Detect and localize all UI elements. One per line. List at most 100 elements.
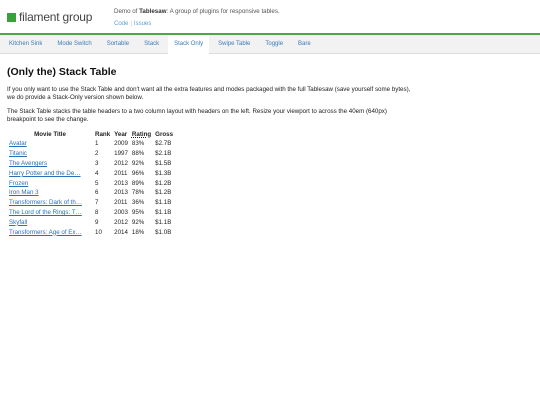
demo-description: Demo of Tablesaw: A group of plugins for… xyxy=(114,8,280,15)
nav-item-mode-switch[interactable]: Mode Switch xyxy=(51,35,97,54)
cell-rating: 36% xyxy=(131,199,145,207)
cell-title: The Lord of the Rings: T… xyxy=(7,208,93,218)
movie-title-link[interactable]: The Lord of the Rings: T… xyxy=(9,209,82,216)
logo-text: filament group xyxy=(19,10,93,24)
cell-year: 2003 xyxy=(114,208,128,216)
cell-title: Harry Potter and the De… xyxy=(7,168,93,178)
col-header-rating: Rating xyxy=(130,130,153,139)
cell-gross: $1.1B xyxy=(155,208,172,216)
col-header-rank: Rank xyxy=(95,131,111,138)
rating-abbr: Rating xyxy=(131,131,152,138)
nav-item-stack-only[interactable]: Stack Only xyxy=(168,34,210,54)
cell-rank: 3 xyxy=(95,159,99,167)
movie-title-link[interactable]: Harry Potter and the De… xyxy=(9,170,81,177)
nav-item-kitchen-sink[interactable]: Kitchen Sink xyxy=(3,35,48,54)
main-content: (Only the) Stack Table If you only want … xyxy=(0,54,540,237)
cell-gross: $2.7B xyxy=(155,140,172,148)
demo-suffix: : A group of plugins for responsive tabl… xyxy=(166,8,280,15)
cell-title: Frozen xyxy=(7,178,93,188)
cell-gross: $1.1B xyxy=(155,199,172,207)
demo-nav: Kitchen Sink Mode Switch Sortable Stack Stac… xyxy=(0,34,540,54)
cell-title: Titanic xyxy=(7,149,93,159)
cell-year: 1997 xyxy=(114,150,128,158)
site-header: filament group Demo of Tablesaw: A group… xyxy=(0,0,540,33)
nav-item-swipe-table[interactable]: Swipe Table xyxy=(212,35,256,54)
logo-square-icon xyxy=(7,12,16,22)
cell-rating: 18% xyxy=(131,228,145,236)
cell-rank: 5 xyxy=(95,179,99,187)
demo-prefix: Demo of xyxy=(114,8,140,15)
table-row: Titanic 2 1997 88% $2.1B xyxy=(7,149,175,159)
table-row: Transformers: Age of Ex… 10 2014 18% $1.0B xyxy=(7,227,175,237)
cell-year: 2014 xyxy=(114,228,128,236)
cell-rank: 8 xyxy=(95,208,99,216)
table-header-row: Movie Title Rank Year Rating Gross xyxy=(7,130,175,139)
cell-rating: 92% xyxy=(131,218,145,226)
cell-year: 2013 xyxy=(114,189,128,197)
movie-title-link[interactable]: Frozen xyxy=(9,180,28,187)
movie-title-link[interactable]: The Avengers xyxy=(9,160,47,167)
movie-title-link[interactable]: Avatar xyxy=(9,140,27,147)
col-header-title: Movie Title xyxy=(34,131,66,138)
cell-rank: 9 xyxy=(95,218,99,226)
movie-title-link[interactable]: Titanic xyxy=(9,150,27,157)
cell-rating: 78% xyxy=(131,189,145,197)
cell-gross: $1.2B xyxy=(155,179,172,187)
table-row: Frozen 5 2013 89% $1.2B xyxy=(7,178,175,188)
cell-year: 2012 xyxy=(114,218,128,226)
col-header-gross: Gross xyxy=(155,131,174,138)
nav-item-bare[interactable]: Bare xyxy=(292,35,317,54)
table-row: The Avengers 3 2012 92% $1.5B xyxy=(7,159,175,169)
table-row: The Lord of the Rings: T… 8 2003 95% $1.1B xyxy=(7,208,175,218)
cell-rank: 6 xyxy=(95,189,99,197)
cell-gross: $1.3B xyxy=(155,169,172,177)
code-link[interactable]: Code xyxy=(114,21,128,27)
movie-title-link[interactable]: Transformers: Dark of th… xyxy=(9,199,82,206)
cell-gross: $1.1B xyxy=(155,218,172,226)
cell-rank: 7 xyxy=(95,199,99,207)
movies-table: Movie Title Rank Year Rating Gross Avata… xyxy=(7,130,175,237)
cell-title: Transformers: Dark of th… xyxy=(7,198,93,208)
issues-link[interactable]: Issues xyxy=(134,21,151,27)
cell-year: 2011 xyxy=(114,199,128,207)
cell-rating: 83% xyxy=(131,140,145,148)
demo-name: Tablesaw xyxy=(139,8,167,15)
cell-title: Transformers: Age of Ex… xyxy=(7,227,93,237)
movie-title-link[interactable]: Iron Man 3 xyxy=(9,189,39,196)
cell-title: Avatar xyxy=(7,139,93,149)
movie-title-link[interactable]: Transformers: Age of Ex… xyxy=(9,229,82,236)
cell-rank: 10 xyxy=(95,228,102,236)
nav-item-stack[interactable]: Stack xyxy=(138,35,165,54)
filament-group-logo[interactable]: filament group xyxy=(7,10,92,24)
cell-title: The Avengers xyxy=(7,159,93,169)
nav-item-sortable[interactable]: Sortable xyxy=(101,35,135,54)
cell-rating: 89% xyxy=(131,179,145,187)
cell-gross: $1.2B xyxy=(155,189,172,197)
table-row: Iron Man 3 6 2013 78% $1.2B xyxy=(7,188,175,198)
stack-description-paragraph: The Stack Table stacks the table headers… xyxy=(7,108,387,123)
cell-gross: $2.1B xyxy=(155,150,172,158)
table-row: Skyfall 9 2012 92% $1.1B xyxy=(7,217,175,227)
table-row: Harry Potter and the De… 4 2011 96% $1.3B xyxy=(7,168,175,178)
movie-title-link[interactable]: Skyfall xyxy=(9,219,27,226)
cell-year: 2009 xyxy=(114,140,128,148)
cell-year: 2011 xyxy=(114,169,128,177)
cell-rating: 88% xyxy=(131,150,145,158)
table-row: Avatar 1 2009 83% $2.7B xyxy=(7,139,175,149)
cell-rating: 95% xyxy=(131,208,145,216)
cell-rating: 92% xyxy=(131,159,145,167)
cell-rank: 4 xyxy=(95,169,99,177)
link-separator: | xyxy=(130,21,132,27)
cell-year: 2012 xyxy=(114,159,128,167)
cell-year: 2013 xyxy=(114,179,128,187)
intro-paragraph: If you only want to use the Stack Table … xyxy=(7,86,411,101)
cell-rank: 1 xyxy=(95,140,99,148)
cell-gross: $1.0B xyxy=(155,228,172,236)
nav-item-toggle[interactable]: Toggle xyxy=(259,35,289,54)
demo-links: Code | Issues xyxy=(114,21,151,27)
cell-rank: 2 xyxy=(95,150,99,158)
cell-rating: 96% xyxy=(131,169,145,177)
col-header-year: Year xyxy=(114,131,128,138)
table-row: Transformers: Dark of th… 7 2011 36% $1.1B xyxy=(7,198,175,208)
cell-title: Skyfall xyxy=(7,217,93,227)
